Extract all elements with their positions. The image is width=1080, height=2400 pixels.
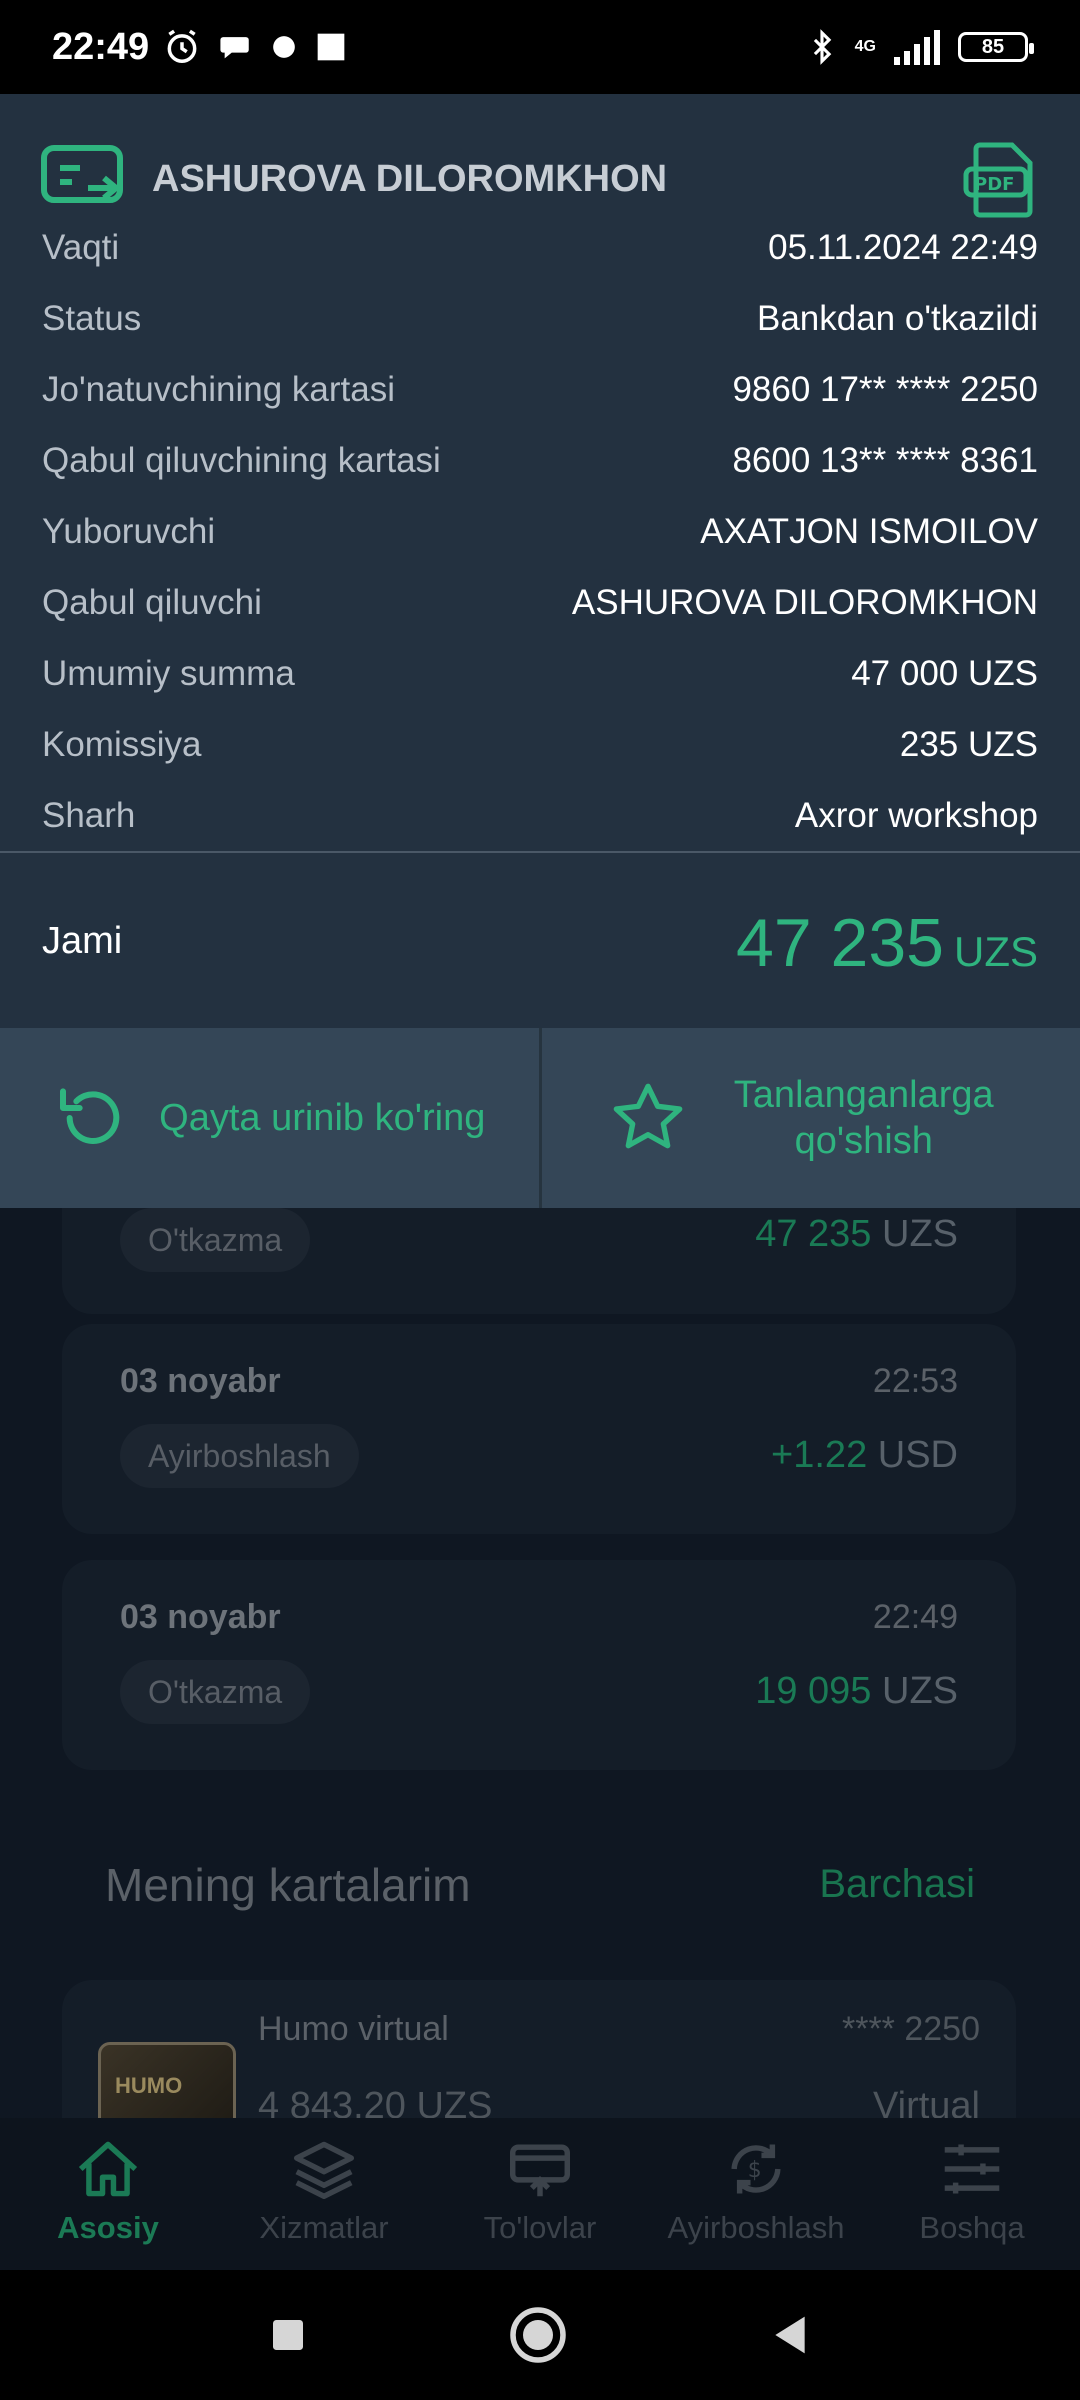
receipt-row-comment: Sharh Axror workshop [42,796,1038,835]
transaction-date: 03 noyabr [120,1598,281,1636]
layers-icon [289,2134,359,2204]
see-all-link[interactable]: Barchasi [819,1862,975,1907]
card-balance: 4 843.20 UZS [258,2085,493,2120]
nav-services[interactable]: Xizmatlar [216,2118,432,2270]
receipt-row-commission: Komissiya 235 UZS [42,725,1038,764]
transaction-amount: 19 095 UZS [755,1670,958,1712]
menu-icon [937,2134,1007,2204]
card-thumbnail: HUMO [98,2042,236,2120]
add-to-favorites-button[interactable]: Tanlanganlarga qo'shish [538,1028,1080,1208]
back-button[interactable] [768,2311,812,2359]
my-cards-title: Mening kartalarim [105,1859,471,1911]
system-navigation-bar [0,2270,1080,2400]
receipt-row-sender: Yuboruvchi AXATJON ISMOILOV [42,512,1038,551]
transaction-card[interactable]: 03 noyabr 22:53 Ayirboshlash +1.22 USD [62,1324,1016,1534]
nav-payments[interactable]: To'lovlar [432,2118,648,2270]
receipt-row-total-sum: Umumiy summa 47 000 UZS [42,654,1038,693]
recents-button[interactable] [268,2315,308,2355]
card-number: **** 2250 [841,2010,980,2048]
receipt-row-receiver: Qabul qiluvchi ASHUROVA DILOROMKHON [42,583,1038,622]
card-name: Humo virtual [258,2010,449,2048]
card-transfer-icon [41,145,123,203]
battery-indicator: 85 [958,32,1034,62]
bluetooth-icon [813,29,831,65]
transfer-receipt-sheet: ASHUROVA DILOROMKHON PDF Vaqti 05.11.2024… [0,94,1080,1028]
nav-more[interactable]: Boshqa [864,2118,1080,2270]
network-type: 4G [854,38,876,55]
total-amount: 47 235 UZS [736,905,1038,981]
transaction-date: 03 noyabr [120,1362,281,1400]
status-time: 22:49 [52,25,150,68]
transaction-type-chip: Ayirboshlash [120,1424,359,1488]
pdf-download-icon[interactable]: PDF [960,139,1040,219]
receipt-row-status: Status Bankdan o'tkazildi [42,299,1038,338]
receipt-actions: Qayta urinib ko'ring Tanlanganlarga qo's… [0,1028,1080,1208]
nav-exchange[interactable]: $ Ayirboshlash [648,2118,864,2270]
chat-icon [220,37,249,59]
card-item[interactable]: HUMO Humo virtual **** 2250 4 843.20 UZS… [62,1980,1016,2120]
nav-home[interactable]: Asosiy [0,2118,216,2270]
receipt-row-receiver-card: Qabul qiluvchining kartasi 8600 13** ****… [42,441,1038,480]
divider [0,851,1080,853]
svg-text:$: $ [748,2158,762,2183]
bottom-navigation: Asosiy Xizmatlar To'lovlar $ Ayirboshlas… [0,2118,1080,2270]
retry-button[interactable]: Qayta urinib ko'ring [0,1028,539,1208]
receipt-row-time: Vaqti 05.11.2024 22:49 [42,228,1038,267]
dot-icon [273,36,296,58]
transaction-amount: 47 235 UZS [755,1213,958,1255]
transaction-card[interactable]: 03 noyabr 22:49 O'tkazma 19 095 UZS [62,1560,1016,1770]
star-icon [613,1083,683,1149]
card-type: Virtual [872,2085,980,2120]
square-icon [317,33,345,61]
receipt-header: ASHUROVA DILOROMKHON PDF [40,134,1040,224]
signal-icon [894,30,940,65]
transaction-time: 22:49 [872,1598,958,1636]
recipient-title: ASHUROVA DILOROMKHON [152,157,668,200]
svg-text:PDF: PDF [974,174,1014,195]
alarm-icon [167,29,197,63]
transaction-type-chip: O'tkazma [120,1660,311,1724]
payment-icon [505,2134,575,2204]
transaction-time: 22:53 [872,1362,958,1400]
home-icon [73,2134,143,2204]
total-label: Jami [42,920,123,962]
receipt-row-sender-card: Jo'natuvchining kartasi 9860 17** **** 22… [42,370,1038,409]
status-bar: 22:49 4G 85 [0,0,1080,94]
retry-icon [60,1088,120,1144]
transaction-type-chip: O'tkazma [120,1208,311,1272]
transaction-amount: +1.22 USD [771,1434,958,1476]
exchange-icon: $ [721,2134,791,2204]
home-button[interactable] [508,2305,568,2365]
